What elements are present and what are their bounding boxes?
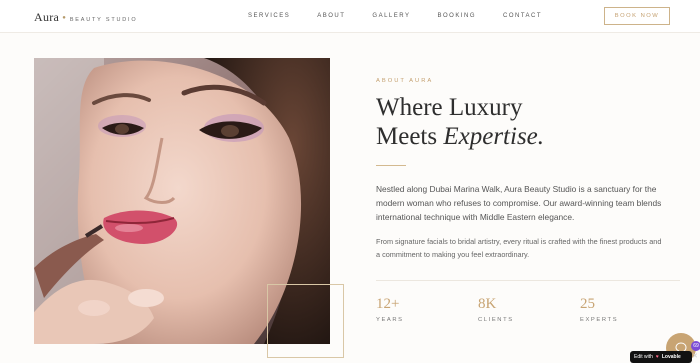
about-paragraph-1: Nestled along Dubai Marina Walk, Aura Be… (376, 184, 662, 222)
brand-name: Aura (34, 10, 60, 24)
nav-link-services[interactable]: SERVICES (248, 13, 290, 19)
stat-label: CLIENTS (478, 317, 514, 323)
stat-value: 8K (478, 296, 497, 312)
book-now-button[interactable]: BOOK NOW (604, 7, 670, 25)
stat-value: 12+ (376, 296, 400, 312)
stat-experts: 25 EXPERTS (580, 296, 618, 323)
notification-count-badge[interactable]: 69 (691, 341, 700, 351)
stats-divider (376, 280, 680, 281)
brand-subtitle: BEAUTY STUDIO (69, 17, 138, 23)
top-navbar: Aura ● BEAUTY STUDIO SERVICES ABOUT GALL… (0, 0, 700, 33)
section-headline: Where Luxury Meets Expertise. (376, 93, 544, 151)
headline-line-2: Meets Expertise. (376, 122, 544, 151)
nav-link-contact[interactable]: CONTACT (503, 13, 542, 19)
brand-logo[interactable]: Aura ● BEAUTY STUDIO (34, 10, 137, 25)
stat-clients: 8K CLIENTS (478, 296, 514, 323)
headline-plain: Meets (376, 123, 444, 150)
heart-logo-icon: ♥ (655, 354, 659, 360)
brand-dot-icon: ● (62, 15, 66, 21)
nav-link-about[interactable]: ABOUT (317, 13, 345, 19)
gold-divider (376, 165, 406, 166)
section-eyebrow: ABOUT AURA (376, 78, 434, 84)
headline-line-1: Where Luxury (376, 94, 523, 121)
badge-prefix: Edit with (634, 354, 653, 360)
badge-brand: Lovable (661, 354, 681, 360)
about-paragraph-2: From signature facials to bridal artistr… (376, 237, 662, 259)
edit-with-lovable-badge[interactable]: Edit with ♥ Lovable (630, 351, 692, 363)
close-icon[interactable]: ✕ (692, 352, 700, 362)
nav-link-gallery[interactable]: GALLERY (372, 13, 410, 19)
nav-links: SERVICES ABOUT GALLERY BOOKING CONTACT (248, 13, 569, 19)
stat-value: 25 (580, 296, 595, 312)
headline-emphasis: Expertise. (443, 123, 545, 150)
stat-years: 12+ YEARS (376, 296, 404, 323)
stat-label: EXPERTS (580, 317, 619, 323)
decorative-frame (267, 284, 344, 358)
nav-link-booking[interactable]: BOOKING (437, 13, 476, 19)
stat-label: YEARS (376, 317, 404, 323)
